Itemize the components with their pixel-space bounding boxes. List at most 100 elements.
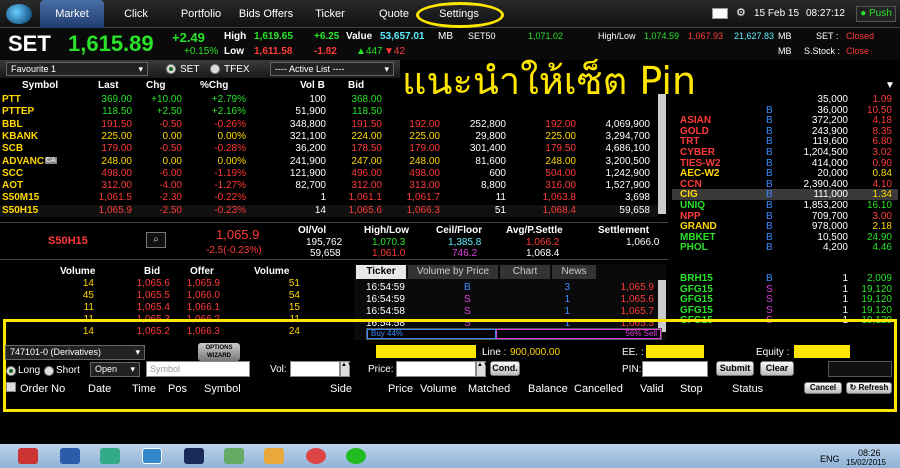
depth-row[interactable]: 11 1,065.4 1,066.1 15 [0,302,350,314]
table-row[interactable]: PTTEP 118.50 +2.50 +2.16% 51,900 118.50 [0,106,658,118]
order-col-time[interactable]: Time [132,383,156,395]
tab-chart[interactable]: Chart [500,265,550,279]
options-wizard-button[interactable]: OPTIONS WIZARD [198,343,240,361]
row-volume: 1,527,900 [605,180,651,192]
table-row[interactable]: KBANK 225.00 0.00 0.00% 321,100 224.00 225.00 2… [0,131,658,143]
submit-button[interactable]: Submit [716,361,754,376]
long-radio[interactable] [6,366,16,376]
media-icon[interactable] [100,448,120,464]
item-price: 2.18 [872,221,892,233]
price-stepper[interactable]: ▲▼ [476,361,489,377]
favourite-dropdown[interactable]: Favourite 1 ▾ [6,62,148,76]
set-radio[interactable] [166,64,176,74]
nav-bids-offers[interactable]: Bids Offers [236,0,296,28]
order-col-date[interactable]: Date [88,383,111,395]
list-item[interactable]: 35,000 1.09 [672,94,898,105]
list-item[interactable]: UNIQ B 1,853,200 16.10 [672,200,898,211]
list-item[interactable]: TRT B 119,600 6.80 [672,136,898,147]
list-item[interactable]: AEC-W2 B 20,000 0.84 [672,168,898,179]
table-row[interactable]: S50M15 1,061.5 -2.30 -0.22% 1 1,061.1 1,061.7 1… [0,192,658,204]
list-item[interactable]: GFG15 S 1 19,120 [672,294,898,305]
order-col-stop[interactable]: Stop [680,383,703,395]
nav-ticker[interactable]: Ticker [304,0,356,28]
tab-volume-by-price[interactable]: Volume by Price [408,265,498,279]
streaming-app-icon[interactable] [184,448,204,464]
pin-input[interactable] [642,361,708,377]
folder-icon[interactable] [264,448,284,464]
order-col-balance[interactable]: Balance [528,383,568,395]
list-item[interactable]: CCN B 2,390,400 4.10 [672,179,898,190]
cond-button[interactable]: Cond. [490,361,520,376]
mail-icon[interactable] [712,8,728,19]
list-item[interactable]: MBKET B 10,500 24.90 [672,232,898,243]
list-item[interactable]: NPP B 709,700 3.00 [672,211,898,222]
nav-portfolio[interactable]: Portfolio [170,0,232,28]
list-item[interactable]: CYBER B 1,204,500 3.02 [672,147,898,158]
internet-explorer-icon[interactable] [142,448,162,464]
list-item[interactable]: GFG15 S 1 19,120 [672,305,898,316]
order-filter-box[interactable] [828,361,892,377]
push-button[interactable]: ● Push [856,6,896,22]
order-col-symbol[interactable]: Symbol [204,383,241,395]
word-icon[interactable] [60,448,80,464]
list-item[interactable]: TIES-W2 B 414,000 0.90 [672,158,898,169]
volume-stepper[interactable]: ▲▼ [340,361,353,377]
tab-ticker[interactable]: Ticker [356,265,406,279]
cancel-button[interactable]: Cancel [804,382,842,394]
order-col-price[interactable]: Price [388,383,413,395]
chrome-icon[interactable] [306,448,326,464]
price-input[interactable] [396,361,476,377]
order-col-status[interactable]: Status [732,383,763,395]
item-volume: 35,000 [817,94,848,105]
list-item[interactable]: GRAND B 978,000 2.18 [672,221,898,232]
itunes-icon[interactable] [18,448,38,464]
tfex-radio[interactable] [210,64,220,74]
language-indicator[interactable]: ENG [820,454,840,464]
order-col-valid[interactable]: Valid [640,383,664,395]
short-radio[interactable] [44,366,54,376]
line-icon[interactable] [346,448,366,464]
gear-icon[interactable]: ⚙ [736,6,746,19]
list-item[interactable]: GFG15 S 1 19,120 [672,284,898,295]
list-item[interactable]: PHOL B 4,200 4.46 [672,242,898,253]
watchlist-scrollbar[interactable] [658,94,666,214]
list-item[interactable]: GOLD B 243,900 8.35 [672,126,898,137]
search-icon[interactable]: ⌕ [146,232,166,248]
nav-market[interactable]: Market [40,0,104,28]
item-price: 0.90 [872,157,892,169]
filter-icon[interactable]: ▼ [882,80,898,93]
paint-icon[interactable] [224,448,244,464]
order-col-order-no[interactable]: Order No [20,383,65,395]
order-col-volume[interactable]: Volume [420,383,457,395]
depth-row[interactable]: 45 1,065.5 1,066.0 54 [0,290,350,302]
tab-news[interactable]: News [552,265,596,279]
order-col-cancelled[interactable]: Cancelled [574,383,623,395]
symbol-input[interactable]: Symbol [146,361,250,377]
account-dropdown[interactable]: 747101-0 (Derivatives) ▾ [5,345,145,360]
list-item[interactable]: BRH15 B 1 2,009 [672,273,898,284]
col-chg: Chg [146,80,166,91]
position-dropdown[interactable]: Open ▾ [90,362,140,377]
refresh-button[interactable]: ↻ Refresh [846,382,892,394]
nav-click[interactable]: Click [110,0,162,28]
depth-row[interactable]: 14 1,065.6 1,065.9 51 [0,278,350,290]
table-row[interactable]: S50H15 1,065.9 -2.50 -0.23% 14 1,065.6 1,066.3… [0,204,658,217]
row-open: 248.00 [545,155,576,167]
order-col-matched[interactable]: Matched [468,383,510,395]
table-row[interactable]: SCC 498.00 -6.00 -1.19% 121,900 496.00 498.00 6… [0,168,658,180]
list-item[interactable]: B 36,000 10.50 [672,105,898,116]
order-col-side[interactable]: Side [330,383,352,395]
clear-button[interactable]: Clear [760,361,794,376]
table-row[interactable]: ADVANC CA 248.00 0.00 0.00% 241,900 247.00 248.… [0,156,658,168]
nav-quote[interactable]: Quote [366,0,422,28]
volume-input[interactable] [290,361,340,377]
list-item[interactable]: CIG B 111,000 1.34 [672,189,898,201]
active-list-dropdown[interactable]: ---- Active List ---- ▾ [270,62,394,76]
depth-vol-bid: 45 [82,290,94,301]
table-row[interactable]: BBL 191.50 -0.50 -0.26% 348,800 191.50 192.00 2… [0,119,658,131]
order-col-pos[interactable]: Pos [168,383,187,395]
table-row[interactable]: AOT 312.00 -4.00 -1.27% 82,700 312.00 313.00 8,… [0,180,658,192]
select-all-checkbox[interactable] [6,382,16,392]
list-item[interactable]: ASIAN B 372,200 4.18 [672,115,898,126]
table-row[interactable]: SCB 179.00 -0.50 -0.28% 36,200 178.50 179.00 30… [0,143,658,155]
